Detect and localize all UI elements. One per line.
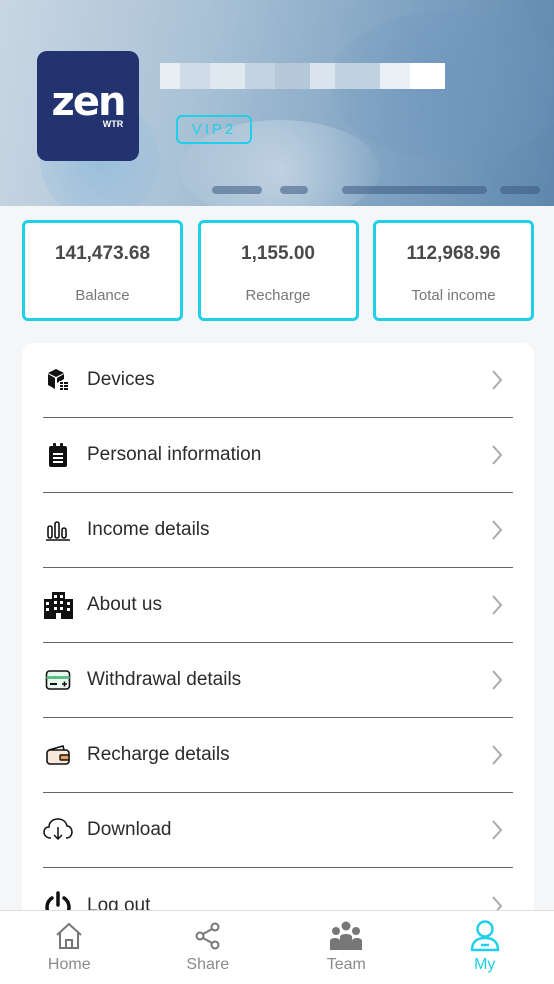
- wallet-icon: [43, 740, 73, 770]
- bottom-nav: Home Share Team My: [0, 910, 554, 984]
- nav-item-team[interactable]: Team: [277, 911, 416, 984]
- chevron-right-icon: [487, 815, 507, 845]
- menu-item-label: Download: [87, 819, 172, 840]
- chevron-right-icon: [487, 590, 507, 620]
- menu-item-about-us[interactable]: About us: [43, 568, 513, 643]
- devices-icon: [43, 365, 73, 395]
- bar-chart-icon: [43, 515, 73, 545]
- menu-list: Devices Personal information Income deta…: [22, 343, 534, 943]
- stat-value: 112,968.96: [406, 243, 501, 264]
- menu-item-label: Recharge details: [87, 744, 230, 765]
- stat-label: Recharge: [245, 287, 311, 304]
- clipboard-icon: [43, 440, 73, 470]
- menu-item-label: Income details: [87, 519, 210, 540]
- stat-label: Total income: [411, 287, 496, 304]
- chevron-right-icon: [487, 665, 507, 695]
- nav-item-share[interactable]: Share: [139, 911, 278, 984]
- user-icon: [468, 919, 502, 953]
- menu-item-label: About us: [87, 594, 162, 615]
- menu-item-label: Devices: [87, 369, 155, 390]
- nav-label: Team: [326, 956, 366, 973]
- chevron-right-icon: [487, 440, 507, 470]
- menu-item-withdrawal-details[interactable]: Withdrawal details: [43, 643, 513, 718]
- logo-text: zen: [51, 79, 127, 125]
- stat-balance: 141,473.68 Balance: [22, 220, 183, 321]
- stat-value: 1,155.00: [241, 243, 315, 264]
- home-icon: [52, 919, 86, 953]
- share-icon: [191, 919, 225, 953]
- cloud-download-icon: [43, 815, 73, 845]
- username-blurred: [160, 55, 445, 95]
- avatar[interactable]: zen WTR: [37, 51, 139, 161]
- stats-row: 141,473.68 Balance 1,155.00 Recharge 112…: [22, 220, 534, 321]
- menu-item-download[interactable]: Download: [43, 793, 513, 868]
- chevron-right-icon: [487, 740, 507, 770]
- stat-recharge: 1,155.00 Recharge: [197, 220, 359, 321]
- building-icon: [43, 590, 73, 620]
- menu-item-income-details[interactable]: Income details: [43, 493, 513, 568]
- card-icon: [43, 665, 73, 695]
- menu-item-recharge-details[interactable]: Recharge details: [43, 718, 513, 793]
- chevron-right-icon: [487, 365, 507, 395]
- stat-label: Balance: [75, 287, 130, 304]
- chevron-right-icon: [487, 515, 507, 545]
- nav-label: Share: [186, 956, 230, 973]
- profile-header: zen WTR VIP2: [0, 0, 554, 206]
- menu-item-devices[interactable]: Devices: [43, 343, 513, 418]
- stat-value: 141,473.68: [54, 243, 151, 264]
- menu-item-label: Personal information: [87, 444, 262, 465]
- nav-label: My: [474, 956, 496, 973]
- menu-item-label: Withdrawal details: [87, 669, 242, 690]
- vip-badge: VIP2: [176, 115, 252, 144]
- nav-item-my[interactable]: My: [416, 911, 554, 984]
- nav-item-home[interactable]: Home: [0, 911, 139, 984]
- team-icon: [329, 919, 363, 953]
- logo-subtext: WTR: [102, 119, 124, 129]
- nav-label: Home: [47, 956, 91, 973]
- stat-total-income: 112,968.96 Total income: [373, 220, 534, 321]
- menu-item-personal-information[interactable]: Personal information: [43, 418, 513, 493]
- my-page: zen WTR VIP2 141,473.68 Balance 1,155.00…: [0, 0, 554, 984]
